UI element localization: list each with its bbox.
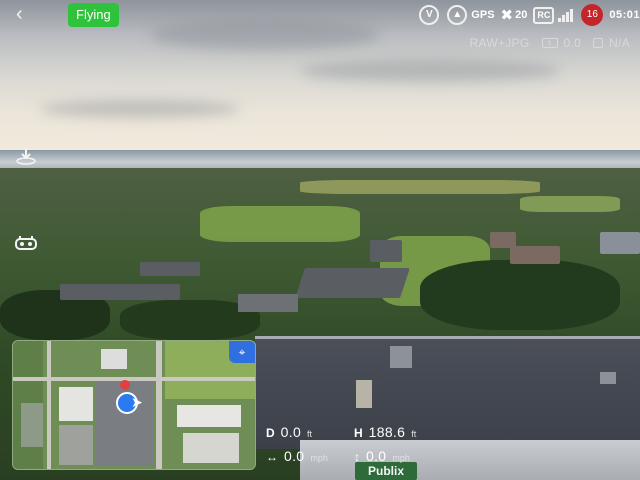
roof xyxy=(600,232,640,254)
heading-arrow-icon: ➤ xyxy=(131,394,143,410)
satellite-count: 20 xyxy=(515,9,528,21)
height-label: H xyxy=(354,426,363,440)
horizontal-speed-readout: ↔ 0.0 mph xyxy=(266,448,328,464)
cloud xyxy=(300,60,560,82)
distance-label: D xyxy=(266,426,275,440)
h-speed-unit: mph xyxy=(310,453,328,463)
grass-field xyxy=(520,196,620,212)
distance-readout: D 0.0 ft xyxy=(266,424,312,440)
camera-info[interactable]: RAW+JPG ± 0.0 N/A xyxy=(470,36,631,50)
map-area xyxy=(177,405,241,427)
v-speed-value: 0.0 xyxy=(366,448,387,464)
height-readout: H 188.6 ft xyxy=(354,424,416,440)
recenter-icon[interactable]: ⌖ xyxy=(229,341,255,363)
tree-cluster xyxy=(420,260,620,330)
exposure-value: ± 0.0 xyxy=(541,36,582,50)
h-speed-value: 0.0 xyxy=(284,448,305,464)
signal-bars-icon xyxy=(558,8,574,22)
map-area xyxy=(183,433,239,463)
horizontal-speed-icon: ↔ xyxy=(266,450,278,464)
battery-badge[interactable]: 16 xyxy=(581,4,604,26)
parking-lot xyxy=(238,294,298,312)
top-bar: ‹ Flying V ▲ GPS ✖ 20 RC 16 05:01 xyxy=(0,0,640,30)
obstacle-avoidance-icon[interactable]: ▲ xyxy=(447,5,468,25)
map-area xyxy=(101,349,127,369)
map-road xyxy=(47,341,51,469)
photo-format: RAW+JPG xyxy=(469,36,530,50)
distance-value: 0.0 xyxy=(280,424,302,440)
satellite-icon: ✖ xyxy=(500,7,514,24)
roof-unit xyxy=(390,346,412,368)
roof xyxy=(295,268,410,298)
home-point-icon xyxy=(120,380,130,390)
telemetry-panel: D 0.0 ft H 188.6 ft ↔ 0.0 mph ↕ 0.0 mph xyxy=(266,424,466,470)
cloud xyxy=(40,100,240,118)
map-area xyxy=(59,425,93,465)
roof xyxy=(370,240,402,262)
flight-time: 05:01 xyxy=(609,9,640,21)
remote-controller-icon[interactable] xyxy=(14,233,38,253)
vertical-speed-icon: ↕ xyxy=(354,450,360,464)
roof xyxy=(60,284,180,300)
rc-label: RC xyxy=(533,6,555,24)
vision-system-icon[interactable]: V xyxy=(419,5,440,25)
exposure-icon: ± xyxy=(541,38,558,48)
map-area xyxy=(21,403,43,447)
storage-status: N/A xyxy=(593,36,630,50)
roof xyxy=(140,262,200,276)
roof-unit xyxy=(600,372,616,384)
roof xyxy=(510,246,560,264)
sd-card-icon xyxy=(593,38,604,48)
height-value: 188.6 xyxy=(368,424,406,440)
grass-field xyxy=(200,206,360,242)
map-road xyxy=(156,341,162,469)
height-unit: ft xyxy=(411,429,417,439)
vertical-speed-readout: ↕ 0.0 mph xyxy=(354,448,410,464)
grass-field xyxy=(300,180,540,194)
distance-unit: ft xyxy=(307,429,313,439)
map-area xyxy=(59,387,93,421)
status-icons: V ▲ GPS ✖ 20 RC 16 05:01 xyxy=(419,4,640,26)
storage-value: N/A xyxy=(609,36,630,50)
flight-status-badge[interactable]: Flying xyxy=(68,3,119,27)
ev-value: 0.0 xyxy=(563,36,582,50)
auto-takeoff-landing-icon[interactable] xyxy=(14,146,38,166)
roof-unit xyxy=(356,380,372,408)
gps-label: GPS xyxy=(471,9,495,21)
chevron-left-icon[interactable]: ‹ xyxy=(16,4,34,24)
v-speed-unit: mph xyxy=(392,453,410,463)
